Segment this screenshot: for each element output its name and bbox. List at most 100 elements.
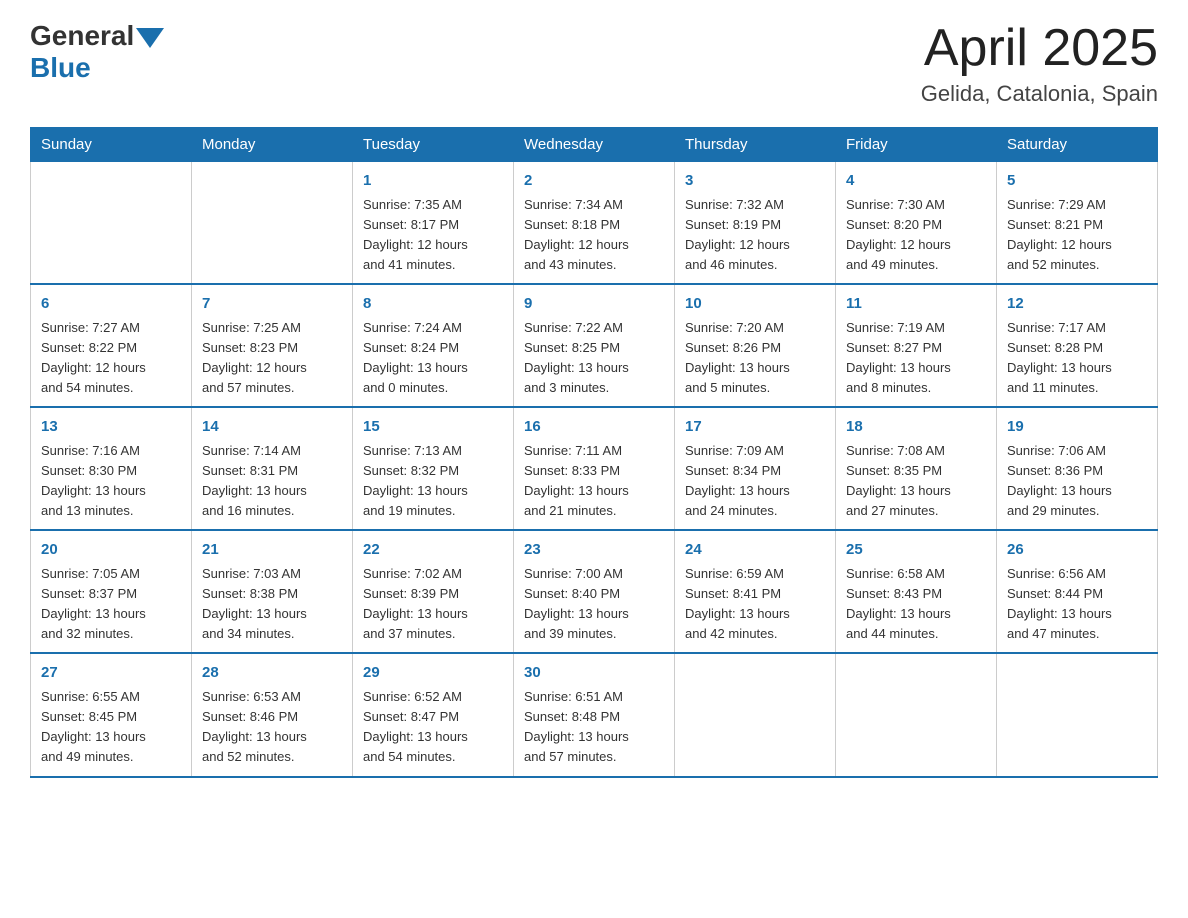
day-info: Sunrise: 7:13 AMSunset: 8:32 PMDaylight:… bbox=[363, 441, 503, 522]
day-info: Sunrise: 7:20 AMSunset: 8:26 PMDaylight:… bbox=[685, 318, 825, 399]
day-cell bbox=[675, 653, 836, 776]
day-number: 14 bbox=[202, 416, 342, 439]
day-cell bbox=[836, 653, 997, 776]
header-cell-friday: Friday bbox=[836, 128, 997, 162]
calendar-table: SundayMondayTuesdayWednesdayThursdayFrid… bbox=[30, 127, 1158, 777]
day-cell: 20Sunrise: 7:05 AMSunset: 8:37 PMDayligh… bbox=[31, 530, 192, 653]
logo-triangle-icon bbox=[136, 28, 164, 48]
day-info: Sunrise: 7:17 AMSunset: 8:28 PMDaylight:… bbox=[1007, 318, 1147, 399]
day-info: Sunrise: 6:55 AMSunset: 8:45 PMDaylight:… bbox=[41, 687, 181, 768]
day-info: Sunrise: 7:05 AMSunset: 8:37 PMDaylight:… bbox=[41, 564, 181, 645]
day-number: 28 bbox=[202, 662, 342, 685]
header-cell-saturday: Saturday bbox=[997, 128, 1158, 162]
day-cell: 22Sunrise: 7:02 AMSunset: 8:39 PMDayligh… bbox=[353, 530, 514, 653]
header-cell-thursday: Thursday bbox=[675, 128, 836, 162]
header-cell-wednesday: Wednesday bbox=[514, 128, 675, 162]
day-number: 12 bbox=[1007, 293, 1147, 316]
day-info: Sunrise: 6:59 AMSunset: 8:41 PMDaylight:… bbox=[685, 564, 825, 645]
day-cell: 25Sunrise: 6:58 AMSunset: 8:43 PMDayligh… bbox=[836, 530, 997, 653]
day-info: Sunrise: 7:09 AMSunset: 8:34 PMDaylight:… bbox=[685, 441, 825, 522]
page-header: General Blue April 2025 Gelida, Cataloni… bbox=[30, 20, 1158, 107]
calendar-subtitle: Gelida, Catalonia, Spain bbox=[921, 81, 1158, 107]
day-number: 15 bbox=[363, 416, 503, 439]
day-number: 22 bbox=[363, 539, 503, 562]
day-info: Sunrise: 7:00 AMSunset: 8:40 PMDaylight:… bbox=[524, 564, 664, 645]
day-number: 7 bbox=[202, 293, 342, 316]
day-info: Sunrise: 7:25 AMSunset: 8:23 PMDaylight:… bbox=[202, 318, 342, 399]
day-cell: 8Sunrise: 7:24 AMSunset: 8:24 PMDaylight… bbox=[353, 284, 514, 407]
day-cell: 3Sunrise: 7:32 AMSunset: 8:19 PMDaylight… bbox=[675, 162, 836, 285]
day-info: Sunrise: 6:53 AMSunset: 8:46 PMDaylight:… bbox=[202, 687, 342, 768]
day-number: 3 bbox=[685, 170, 825, 193]
day-info: Sunrise: 7:08 AMSunset: 8:35 PMDaylight:… bbox=[846, 441, 986, 522]
day-number: 21 bbox=[202, 539, 342, 562]
day-info: Sunrise: 7:27 AMSunset: 8:22 PMDaylight:… bbox=[41, 318, 181, 399]
day-cell bbox=[192, 162, 353, 285]
logo: General Blue bbox=[30, 20, 164, 84]
day-number: 9 bbox=[524, 293, 664, 316]
day-info: Sunrise: 7:34 AMSunset: 8:18 PMDaylight:… bbox=[524, 195, 664, 276]
day-info: Sunrise: 7:35 AMSunset: 8:17 PMDaylight:… bbox=[363, 195, 503, 276]
day-number: 26 bbox=[1007, 539, 1147, 562]
day-cell: 14Sunrise: 7:14 AMSunset: 8:31 PMDayligh… bbox=[192, 407, 353, 530]
day-number: 23 bbox=[524, 539, 664, 562]
week-row-1: 1Sunrise: 7:35 AMSunset: 8:17 PMDaylight… bbox=[31, 162, 1158, 285]
week-row-2: 6Sunrise: 7:27 AMSunset: 8:22 PMDaylight… bbox=[31, 284, 1158, 407]
day-number: 20 bbox=[41, 539, 181, 562]
day-number: 6 bbox=[41, 293, 181, 316]
day-info: Sunrise: 7:24 AMSunset: 8:24 PMDaylight:… bbox=[363, 318, 503, 399]
day-cell: 9Sunrise: 7:22 AMSunset: 8:25 PMDaylight… bbox=[514, 284, 675, 407]
day-number: 29 bbox=[363, 662, 503, 685]
day-info: Sunrise: 7:29 AMSunset: 8:21 PMDaylight:… bbox=[1007, 195, 1147, 276]
day-cell: 10Sunrise: 7:20 AMSunset: 8:26 PMDayligh… bbox=[675, 284, 836, 407]
day-cell bbox=[997, 653, 1158, 776]
day-info: Sunrise: 7:03 AMSunset: 8:38 PMDaylight:… bbox=[202, 564, 342, 645]
day-number: 2 bbox=[524, 170, 664, 193]
day-cell: 1Sunrise: 7:35 AMSunset: 8:17 PMDaylight… bbox=[353, 162, 514, 285]
day-info: Sunrise: 7:02 AMSunset: 8:39 PMDaylight:… bbox=[363, 564, 503, 645]
day-cell: 29Sunrise: 6:52 AMSunset: 8:47 PMDayligh… bbox=[353, 653, 514, 776]
day-number: 25 bbox=[846, 539, 986, 562]
day-info: Sunrise: 7:16 AMSunset: 8:30 PMDaylight:… bbox=[41, 441, 181, 522]
day-cell: 17Sunrise: 7:09 AMSunset: 8:34 PMDayligh… bbox=[675, 407, 836, 530]
day-cell: 6Sunrise: 7:27 AMSunset: 8:22 PMDaylight… bbox=[31, 284, 192, 407]
week-row-5: 27Sunrise: 6:55 AMSunset: 8:45 PMDayligh… bbox=[31, 653, 1158, 776]
header-row: SundayMondayTuesdayWednesdayThursdayFrid… bbox=[31, 128, 1158, 162]
day-number: 11 bbox=[846, 293, 986, 316]
day-info: Sunrise: 7:19 AMSunset: 8:27 PMDaylight:… bbox=[846, 318, 986, 399]
day-info: Sunrise: 7:14 AMSunset: 8:31 PMDaylight:… bbox=[202, 441, 342, 522]
day-number: 27 bbox=[41, 662, 181, 685]
day-cell: 2Sunrise: 7:34 AMSunset: 8:18 PMDaylight… bbox=[514, 162, 675, 285]
week-row-4: 20Sunrise: 7:05 AMSunset: 8:37 PMDayligh… bbox=[31, 530, 1158, 653]
day-cell: 27Sunrise: 6:55 AMSunset: 8:45 PMDayligh… bbox=[31, 653, 192, 776]
day-number: 10 bbox=[685, 293, 825, 316]
day-cell: 11Sunrise: 7:19 AMSunset: 8:27 PMDayligh… bbox=[836, 284, 997, 407]
day-info: Sunrise: 6:58 AMSunset: 8:43 PMDaylight:… bbox=[846, 564, 986, 645]
day-cell: 16Sunrise: 7:11 AMSunset: 8:33 PMDayligh… bbox=[514, 407, 675, 530]
logo-general: General bbox=[30, 20, 134, 52]
header-cell-sunday: Sunday bbox=[31, 128, 192, 162]
day-number: 30 bbox=[524, 662, 664, 685]
day-cell: 19Sunrise: 7:06 AMSunset: 8:36 PMDayligh… bbox=[997, 407, 1158, 530]
day-cell: 13Sunrise: 7:16 AMSunset: 8:30 PMDayligh… bbox=[31, 407, 192, 530]
day-number: 5 bbox=[1007, 170, 1147, 193]
calendar-header: SundayMondayTuesdayWednesdayThursdayFrid… bbox=[31, 128, 1158, 162]
day-number: 19 bbox=[1007, 416, 1147, 439]
day-cell: 23Sunrise: 7:00 AMSunset: 8:40 PMDayligh… bbox=[514, 530, 675, 653]
day-number: 17 bbox=[685, 416, 825, 439]
calendar-body: 1Sunrise: 7:35 AMSunset: 8:17 PMDaylight… bbox=[31, 162, 1158, 777]
day-number: 18 bbox=[846, 416, 986, 439]
day-cell: 18Sunrise: 7:08 AMSunset: 8:35 PMDayligh… bbox=[836, 407, 997, 530]
day-number: 4 bbox=[846, 170, 986, 193]
day-cell: 26Sunrise: 6:56 AMSunset: 8:44 PMDayligh… bbox=[997, 530, 1158, 653]
day-number: 1 bbox=[363, 170, 503, 193]
header-cell-tuesday: Tuesday bbox=[353, 128, 514, 162]
day-info: Sunrise: 6:51 AMSunset: 8:48 PMDaylight:… bbox=[524, 687, 664, 768]
calendar-title: April 2025 bbox=[921, 20, 1158, 77]
day-info: Sunrise: 7:22 AMSunset: 8:25 PMDaylight:… bbox=[524, 318, 664, 399]
week-row-3: 13Sunrise: 7:16 AMSunset: 8:30 PMDayligh… bbox=[31, 407, 1158, 530]
day-cell bbox=[31, 162, 192, 285]
day-cell: 30Sunrise: 6:51 AMSunset: 8:48 PMDayligh… bbox=[514, 653, 675, 776]
day-cell: 7Sunrise: 7:25 AMSunset: 8:23 PMDaylight… bbox=[192, 284, 353, 407]
day-number: 16 bbox=[524, 416, 664, 439]
